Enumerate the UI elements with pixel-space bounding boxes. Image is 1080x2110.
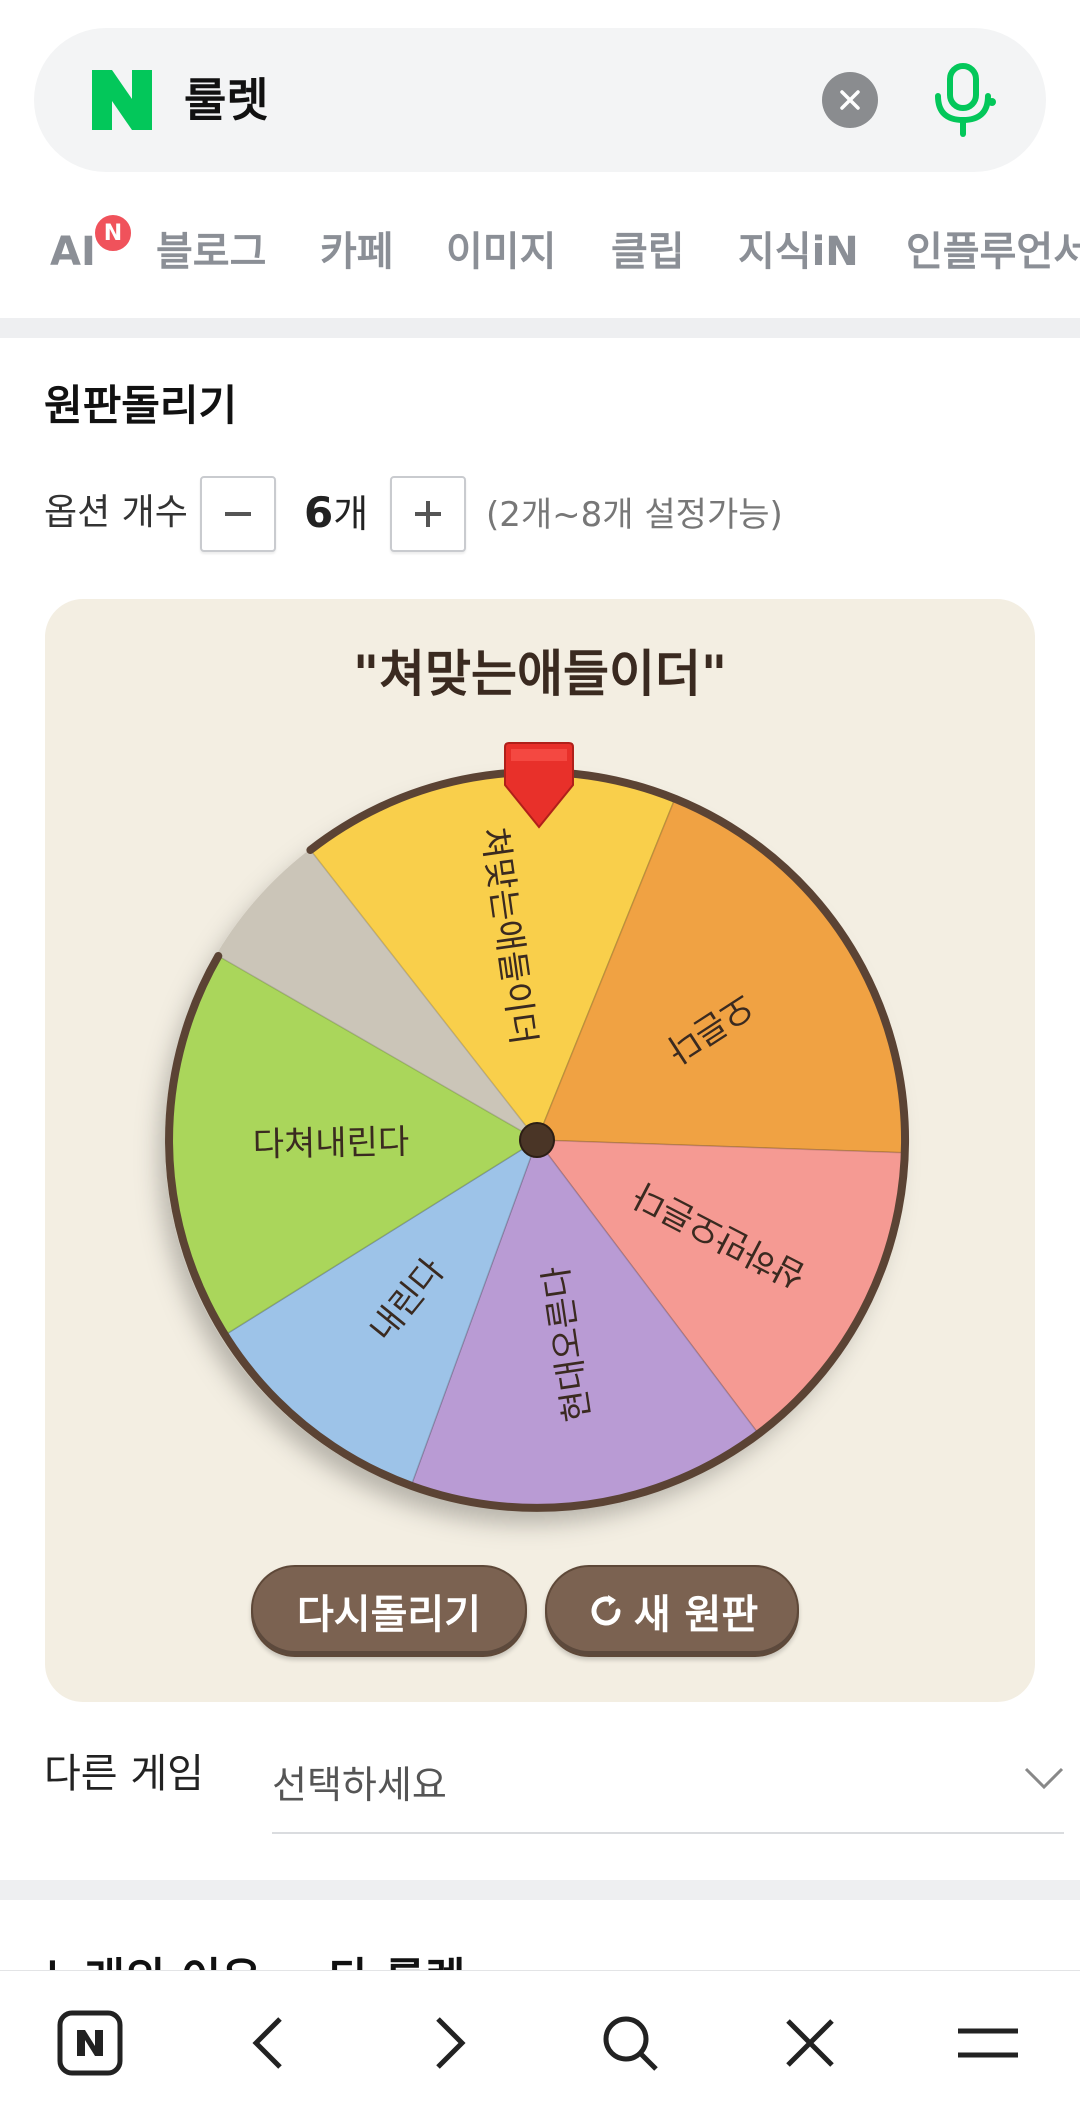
tab-kin[interactable]: 지식iN xyxy=(738,224,859,280)
naver-home-button[interactable] xyxy=(54,2007,126,2079)
section-divider xyxy=(0,1880,1080,1900)
close-tab-button[interactable] xyxy=(774,2007,846,2079)
new-wheel-label: 새 원판 xyxy=(633,1592,759,1638)
wheel-hub xyxy=(519,1122,555,1158)
minus-icon xyxy=(225,512,251,516)
search-icon xyxy=(603,2016,658,2071)
tab-influencer[interactable]: 인플루언서 xyxy=(906,224,1080,280)
spin-again-button[interactable]: 다시돌리기 xyxy=(251,1565,527,1657)
option-range-hint: (2개~8개 설정가능) xyxy=(486,495,783,535)
naver-logo-icon[interactable] xyxy=(90,68,154,132)
forward-button[interactable] xyxy=(414,2007,486,2079)
option-count-unit: 개 xyxy=(333,492,369,536)
clear-search-button[interactable] xyxy=(822,72,878,128)
other-game-label: 다른 게임 xyxy=(44,1751,204,1797)
option-count-value: 6 xyxy=(304,488,334,537)
ai-new-badge: N xyxy=(92,212,134,254)
close-icon xyxy=(786,2019,834,2067)
close-icon xyxy=(840,90,860,110)
other-game-select[interactable]: 선택하세요 xyxy=(272,1736,1064,1834)
search-bar[interactable]: 룰렛 xyxy=(34,28,1046,172)
other-game-placeholder: 선택하세요 xyxy=(272,1763,447,1804)
chevron-down-icon xyxy=(1024,1767,1064,1790)
search-tabs: AI N 블로그 카페 이미지 클립 지식iN 인플루언서 xyxy=(0,200,1080,310)
tab-ai[interactable]: AI xyxy=(50,224,96,280)
menu-button[interactable] xyxy=(952,2007,1024,2079)
naver-home-icon xyxy=(57,2010,123,2076)
refresh-icon xyxy=(591,1595,621,1626)
plus-icon xyxy=(415,501,441,527)
search-button[interactable] xyxy=(594,2007,666,2079)
tab-cafe[interactable]: 카페 xyxy=(320,224,394,280)
back-button[interactable] xyxy=(232,2007,304,2079)
microphone-icon[interactable] xyxy=(928,62,998,138)
section-divider xyxy=(0,318,1080,338)
bottom-nav xyxy=(0,1970,1080,2110)
decrease-button[interactable] xyxy=(200,476,276,552)
roulette-wheel[interactable]: 쳐맞는애들이더 오른다삼하만오른다현대오른다내린다다쳐내린다 xyxy=(45,599,1035,1702)
search-query[interactable]: 룰렛 xyxy=(184,70,269,130)
new-wheel-button[interactable]: 새 원판 xyxy=(545,1565,799,1657)
section-title: 원판돌리기 xyxy=(44,381,238,430)
wheel-segment-label: 다쳐내린다 xyxy=(252,1122,409,1165)
menu-icon xyxy=(958,2028,1018,2058)
tab-image[interactable]: 이미지 xyxy=(446,224,556,280)
chevron-right-icon xyxy=(436,2017,466,2069)
option-count-label: 옵션 개수 xyxy=(44,492,188,533)
tab-clip[interactable]: 클립 xyxy=(611,224,685,280)
option-count: 6개 xyxy=(304,486,368,541)
chevron-left-icon xyxy=(252,2017,282,2069)
increase-button[interactable] xyxy=(390,476,466,552)
roulette-board: "쳐맞는애들이더" 쳐맞는애들이더 오른다 삼하만오른다 현대오른다 내린다 다쳐내린다 … xyxy=(45,599,1035,1702)
tab-blog[interactable]: 블로그 xyxy=(156,224,266,280)
